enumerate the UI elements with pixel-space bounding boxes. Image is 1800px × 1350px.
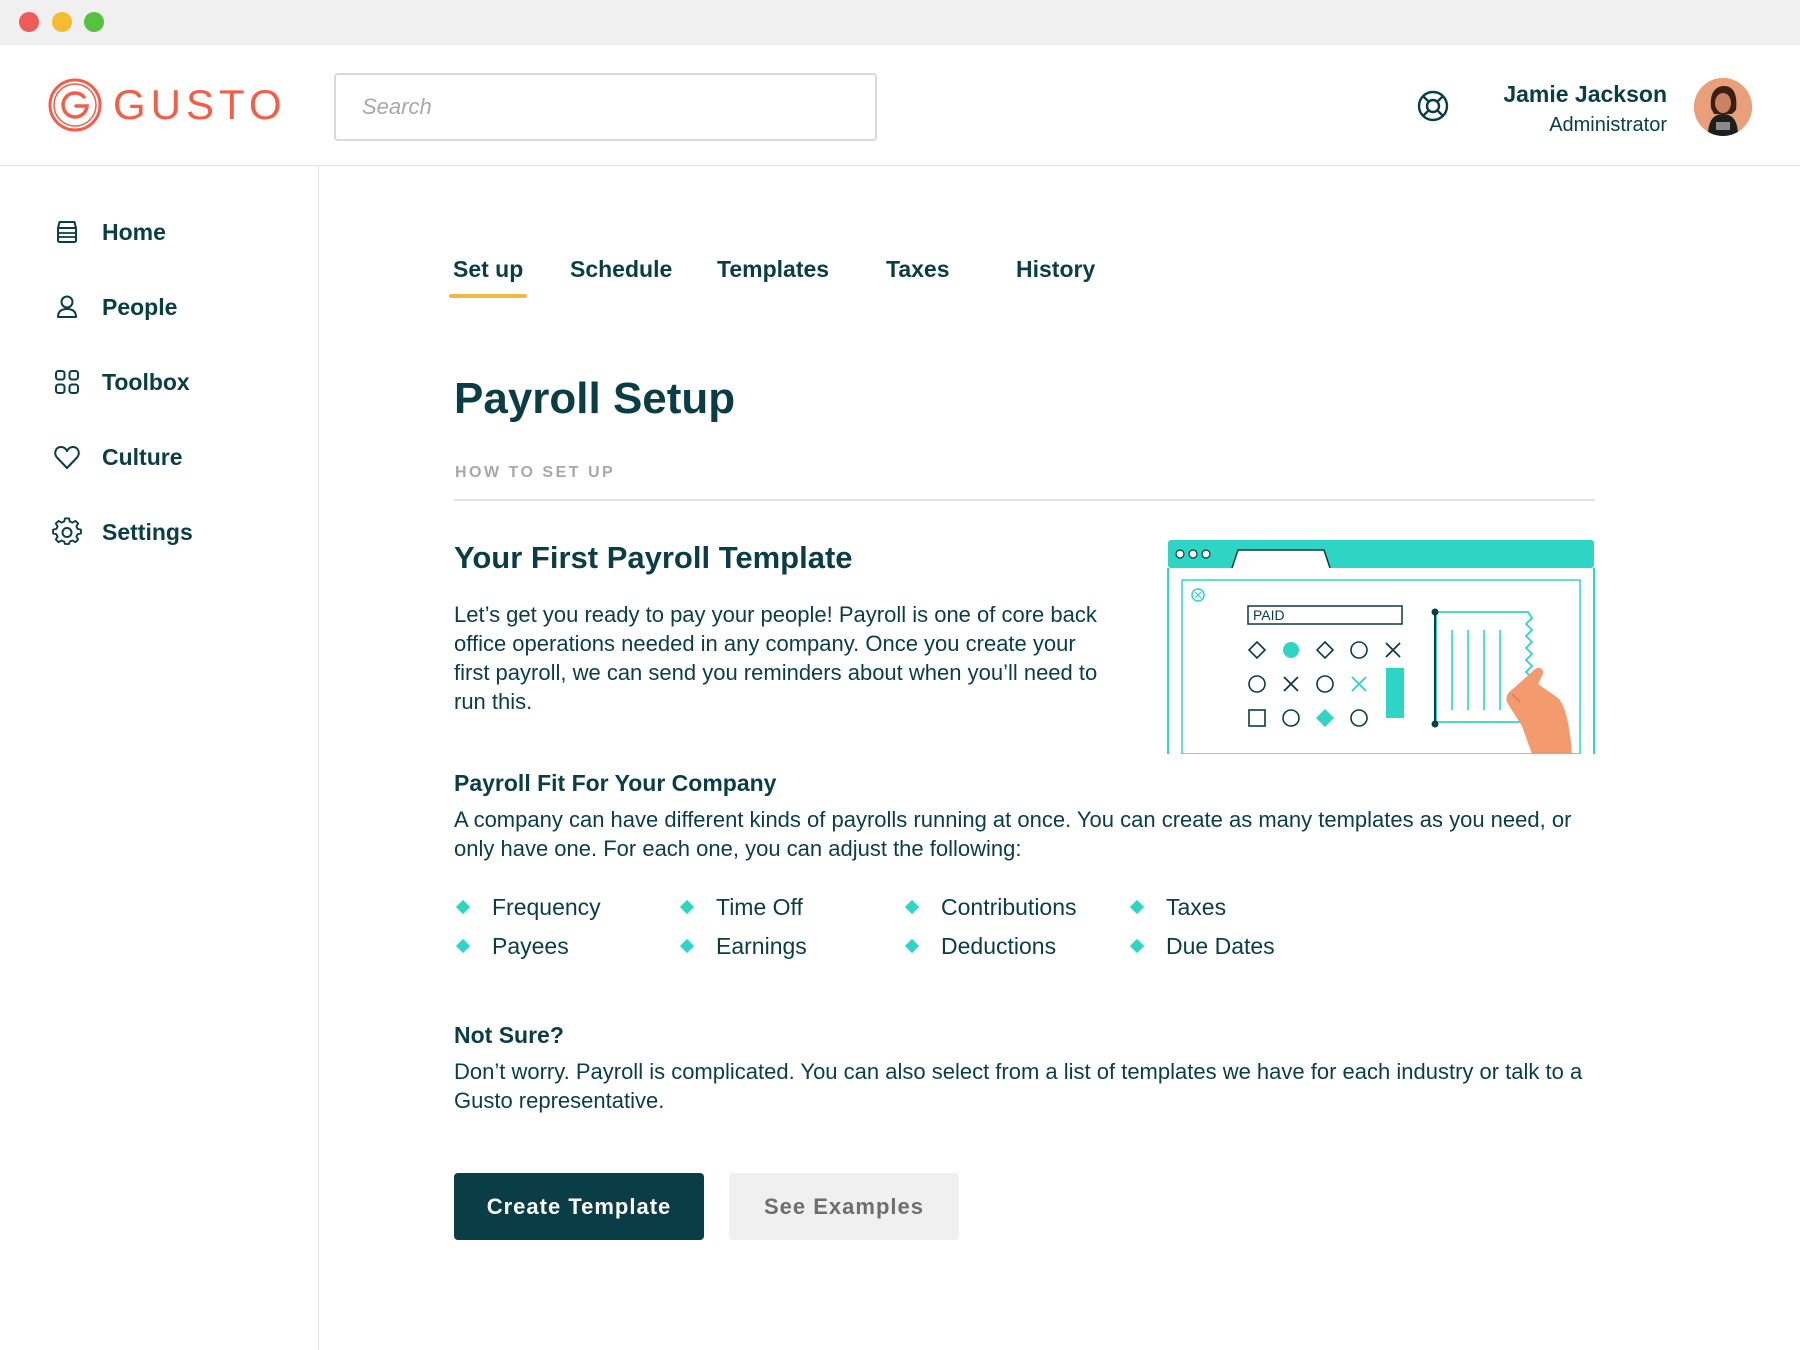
intro-text: Let’s get you ready to pay your people! … <box>454 602 1098 714</box>
diamond-bullet-icon <box>1129 899 1145 915</box>
sidebar-item-home[interactable]: Home <box>52 212 166 252</box>
tab-taxes[interactable]: Taxes <box>886 256 950 296</box>
tab-history[interactable]: History <box>1016 256 1095 296</box>
diamond-bullet-icon <box>904 899 920 915</box>
feature-label: Frequency <box>492 893 601 920</box>
payroll-illustration: PAID <box>1167 540 1595 754</box>
not-sure-title: Not Sure? <box>454 1022 564 1048</box>
feature-item: Payees <box>454 931 569 961</box>
diamond-bullet-icon <box>455 899 471 915</box>
tab-set-up[interactable]: Set up <box>448 256 528 298</box>
diamond-bullet-icon <box>455 938 471 954</box>
fit-title: Payroll Fit For Your Company <box>454 770 777 796</box>
close-window-button[interactable] <box>19 12 39 32</box>
diamond-bullet-icon <box>1129 938 1145 954</box>
not-sure-text: Don’t worry. Payroll is complicated. You… <box>454 1059 1583 1113</box>
section-eyebrow: HOW TO SET UP <box>455 464 616 481</box>
user-menu[interactable]: Jamie Jackson Administrator <box>1503 81 1667 137</box>
avatar[interactable] <box>1694 78 1752 136</box>
divider <box>454 499 1595 501</box>
tab-templates[interactable]: Templates <box>717 256 829 296</box>
sidebar: Home People Toolbox Culture Settings <box>0 166 319 1350</box>
feature-item: Time Off <box>678 892 803 922</box>
maximize-window-button[interactable] <box>84 12 104 32</box>
feature-label: Contributions <box>941 893 1077 920</box>
sidebar-item-label: People <box>102 293 178 320</box>
user-name: Jamie Jackson <box>1503 81 1667 107</box>
sidebar-item-culture[interactable]: Culture <box>52 437 183 477</box>
feature-item: Contributions <box>903 892 1077 922</box>
diamond-bullet-icon <box>904 938 920 954</box>
feature-label: Payees <box>492 932 569 959</box>
sidebar-item-people[interactable]: People <box>52 287 177 327</box>
person-icon <box>57 295 77 318</box>
feature-item: Earnings <box>678 931 807 961</box>
lifebuoy-icon[interactable] <box>1416 89 1450 123</box>
section-title: Your First Payroll Template <box>454 540 853 575</box>
search-input[interactable] <box>334 73 877 141</box>
gear-icon <box>52 517 82 545</box>
feature-item: Due Dates <box>1128 931 1275 961</box>
feature-label: Time Off <box>716 893 803 920</box>
feature-label: Earnings <box>716 932 807 959</box>
heart-icon <box>54 446 80 469</box>
sidebar-item-toolbox[interactable]: Toolbox <box>52 362 190 402</box>
minimize-window-button[interactable] <box>52 12 72 32</box>
user-role: Administrator <box>1549 114 1667 136</box>
top-header: GUSTO Jamie Jackson Administrator <box>0 45 1800 166</box>
page-title: Payroll Setup <box>454 374 736 423</box>
create-template-button[interactable]: Create Template <box>454 1173 704 1240</box>
feature-item: Taxes <box>1128 892 1226 922</box>
sidebar-item-label: Culture <box>102 443 183 470</box>
window-titlebar <box>0 0 1800 45</box>
avatar-image <box>1694 78 1752 136</box>
feature-item: Frequency <box>454 892 601 922</box>
gusto-logo[interactable]: GUSTO <box>47 77 287 133</box>
brand-name: GUSTO <box>113 81 287 128</box>
feature-label: Due Dates <box>1166 932 1275 959</box>
paid-stamp-text: PAID <box>1253 607 1285 623</box>
see-examples-button[interactable]: See Examples <box>729 1173 959 1240</box>
sidebar-item-label: Settings <box>102 518 193 545</box>
feature-label: Deductions <box>941 932 1057 959</box>
fit-text: A company can have different kinds of pa… <box>454 807 1572 861</box>
sidebar-item-label: Toolbox <box>102 368 190 395</box>
sidebar-item-settings[interactable]: Settings <box>52 512 193 552</box>
home-icon <box>57 221 77 243</box>
feature-item: Deductions <box>903 931 1056 961</box>
sidebar-item-label: Home <box>102 218 166 245</box>
diamond-bullet-icon <box>679 899 695 915</box>
tab-schedule[interactable]: Schedule <box>570 256 672 296</box>
gusto-g-logo-icon <box>48 78 102 132</box>
feature-label: Taxes <box>1166 893 1227 920</box>
diamond-bullet-icon <box>679 938 695 954</box>
grid-icon <box>55 370 79 394</box>
